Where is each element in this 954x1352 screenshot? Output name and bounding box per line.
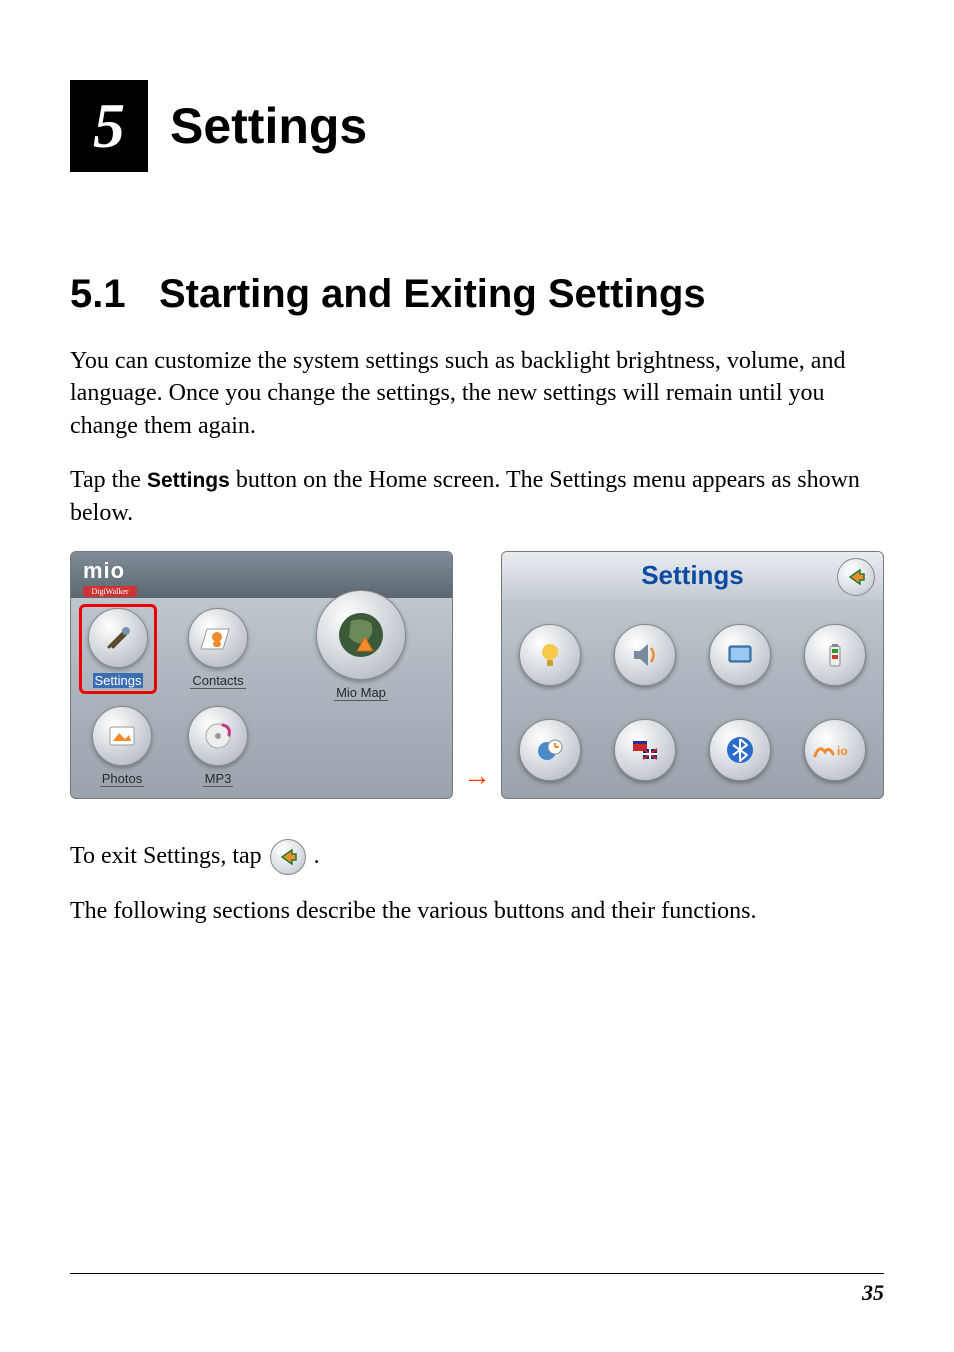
chapter-number: 5 [93,89,125,163]
inline-back-button[interactable] [270,839,306,875]
chapter-number-box: 5 [70,80,148,172]
exit-text-b: . [314,843,320,870]
home-icon-miomap-label: Mio Map [334,685,388,701]
power-battery-icon [804,624,866,686]
svg-text:io: io [837,744,848,758]
chapter-title: Settings [170,97,367,155]
settings-icon-datetime[interactable] [502,703,597,798]
settings-screen: Settings io [501,551,884,799]
language-flags-icon [614,719,676,781]
home-icon-photos[interactable]: Photos [85,706,159,788]
settings-header: Settings [502,552,883,600]
paragraph-following: The following sections describe the vari… [70,895,884,927]
arrow-icon: → [463,761,491,799]
screen-display-icon [709,624,771,686]
back-arrow-icon [845,566,867,588]
home-icon-mp3-label: MP3 [203,771,234,787]
settings-icon-volume[interactable] [597,608,692,703]
miomap-globe-icon [316,590,406,680]
settings-tools-icon [88,608,148,668]
settings-icon-mio[interactable]: io [788,703,883,798]
settings-bold-label: Settings [147,469,230,492]
settings-screen-title: Settings [641,560,744,591]
section-heading: 5.1 Starting and Exiting Settings [70,272,884,317]
settings-icon-power[interactable] [788,608,883,703]
settings-icon-bluetooth[interactable] [693,703,788,798]
settings-icon-screen[interactable] [693,608,788,703]
exit-text-a: To exit Settings, tap [70,843,262,870]
exit-settings-line: To exit Settings, tap . [70,839,884,875]
back-arrow-icon [277,846,299,868]
settings-icon-backlight[interactable] [502,608,597,703]
screenshots-row: mio DigiWalker Settings Contacts [70,551,884,799]
datetime-clock-globe-icon [519,719,581,781]
page-number: 35 [862,1280,884,1306]
settings-icon-language[interactable] [597,703,692,798]
home-icon-settings[interactable]: Settings [81,606,155,692]
home-icon-mp3[interactable]: MP3 [181,706,255,788]
home-icon-settings-label: Settings [93,673,144,688]
chapter-header: 5 Settings [70,80,884,172]
contacts-icon [188,608,248,668]
photos-icon [92,706,152,766]
home-icon-contacts[interactable]: Contacts [181,608,255,690]
mio-logo: mio DigiWalker [83,558,137,597]
footer-rule [70,1273,884,1274]
section-number: 5.1 [70,272,126,316]
back-button[interactable] [837,558,875,596]
section-title: Starting and Exiting Settings [159,272,706,316]
paragraph-intro: You can customize the system settings su… [70,345,884,442]
home-icon-photos-label: Photos [100,771,144,787]
paragraph-tap-settings: Tap the Settings button on the Home scre… [70,464,884,529]
home-icon-miomap[interactable]: Mio Map [311,590,411,702]
mio-brand-icon: io [804,719,866,781]
bluetooth-icon [709,719,771,781]
home-screen: mio DigiWalker Settings Contacts [70,551,453,799]
backlight-bulb-icon [519,624,581,686]
mp3-icon [188,706,248,766]
home-icon-contacts-label: Contacts [190,673,245,689]
volume-speaker-icon [614,624,676,686]
